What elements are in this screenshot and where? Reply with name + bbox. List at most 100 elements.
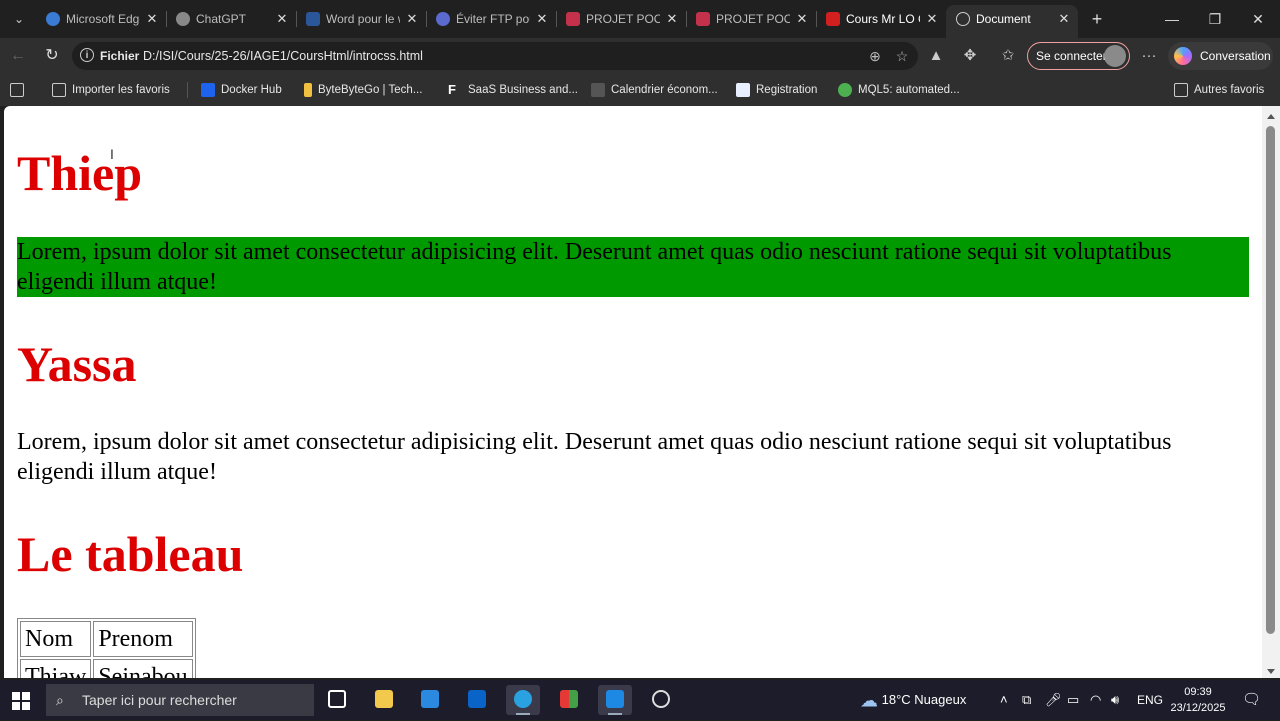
heading-yassa: Yassa xyxy=(17,336,137,392)
tray-overflow-chevron-icon[interactable]: ˄ xyxy=(1000,680,1008,720)
tab-label: Document xyxy=(976,12,1031,26)
docker-icon xyxy=(201,82,215,97)
app-grid-icon[interactable] xyxy=(552,685,586,715)
bookmark-calendrier[interactable]: Calendrier économ... xyxy=(591,74,718,106)
microphone-icon[interactable]: 🎤︎ xyxy=(1045,680,1062,720)
wifi-icon[interactable]: ◠ xyxy=(1090,680,1101,720)
clock[interactable]: 09:39 23/12/2025 xyxy=(1160,684,1236,716)
import-favorites-link[interactable]: Importer les favoris xyxy=(52,74,170,106)
tab-word[interactable]: Word pour le web ✕ xyxy=(296,5,427,33)
weather-text: 18°C Nuageux xyxy=(881,692,967,707)
tab-eviter-ftp[interactable]: Éviter FTP pour ✕ xyxy=(426,5,557,33)
info-icon[interactable]: i xyxy=(80,48,94,62)
close-window-icon[interactable]: ✕ xyxy=(1248,9,1268,29)
close-icon[interactable]: ✕ xyxy=(1058,5,1070,33)
table-header-cell: Nom xyxy=(20,621,92,657)
edge-icon xyxy=(46,12,60,26)
close-icon[interactable]: ✕ xyxy=(406,5,418,33)
bookmark-label: ByteByteGo | Tech... xyxy=(318,84,423,96)
tab-cours-mr-lo[interactable]: Cours Mr LO C ✕ xyxy=(816,5,946,33)
new-tab-plus-icon[interactable]: + xyxy=(1087,9,1107,29)
vertical-scrollbar[interactable] xyxy=(1262,106,1280,678)
tab-strip: ⌄ Microsoft Edge ✕ ChatGPT ✕ Word pour l… xyxy=(0,0,1280,38)
paragraph-highlighted: Lorem, ipsum dolor sit amet consectetur … xyxy=(17,237,1249,297)
bookmark-docker-hub[interactable]: Docker Hub xyxy=(201,74,282,106)
tab-label: Microsoft Edge xyxy=(66,12,140,26)
store-icon[interactable] xyxy=(413,685,447,715)
signin-button[interactable]: Se connecter xyxy=(1027,42,1130,70)
tab-actions-icon[interactable] xyxy=(10,74,30,106)
file-explorer-icon[interactable] xyxy=(367,685,401,715)
windows-start-icon[interactable] xyxy=(12,692,30,710)
meet-now-icon[interactable]: ⧉ xyxy=(1022,680,1031,720)
more-menu-icon[interactable]: ··· xyxy=(1139,46,1159,66)
edge-taskbar-icon[interactable] xyxy=(506,685,540,715)
taskbar: ⌕ Taper ici pour rechercher ☁ 18°C Nuage… xyxy=(0,680,1280,720)
speedometer-app-icon[interactable] xyxy=(644,685,678,715)
zoom-icon[interactable]: ⊕ xyxy=(866,47,884,65)
outlook-icon[interactable] xyxy=(460,685,494,715)
scroll-up-arrow-icon[interactable] xyxy=(1267,114,1275,119)
search-placeholder: Taper ici pour rechercher xyxy=(82,692,237,708)
page-viewport[interactable]: Thiep Lorem, ipsum dolor sit amet consec… xyxy=(4,106,1262,678)
vscode-icon[interactable] xyxy=(598,685,632,715)
tab-projet-poo-2[interactable]: PROJET POO tp ✕ xyxy=(686,5,817,33)
globe-icon xyxy=(956,12,970,26)
extension-alert-icon[interactable]: ▲ xyxy=(926,46,946,66)
tab-microsoft-edge[interactable]: Microsoft Edge ✕ xyxy=(36,5,167,33)
task-view-icon[interactable] xyxy=(320,685,354,715)
table-cell: Seinabou xyxy=(93,659,193,678)
bookmark-label: Registration xyxy=(756,84,818,96)
tab-document[interactable]: Document ✕ xyxy=(946,5,1078,38)
close-icon[interactable]: ✕ xyxy=(536,5,548,33)
pdf-icon xyxy=(826,12,840,26)
bookmark-saas-business[interactable]: F SaaS Business and... xyxy=(448,74,578,106)
bookmark-registration[interactable]: Registration xyxy=(736,74,817,106)
notifications-icon[interactable]: 🗨︎ xyxy=(1242,680,1261,720)
close-icon[interactable]: ✕ xyxy=(146,5,158,33)
tab-chatgpt[interactable]: ChatGPT ✕ xyxy=(166,5,297,33)
text-cursor-icon: I xyxy=(110,146,114,162)
back-arrow-icon[interactable]: ← xyxy=(8,46,28,66)
chatgpt-icon xyxy=(176,12,190,26)
weather-widget[interactable]: ☁ 18°C Nuageux xyxy=(860,680,966,721)
scrollbar-thumb[interactable] xyxy=(1266,126,1275,634)
toolbar: ← ↻ i Fichier D:/ISI/Cours/25-26/IAGE1/C… xyxy=(0,38,1280,74)
bookmarks-bar: Importer les favoris Docker Hub ByteByte… xyxy=(0,74,1280,106)
address-bar[interactable]: i Fichier D:/ISI/Cours/25-26/IAGE1/Cours… xyxy=(72,42,918,70)
restore-icon[interactable]: ❐ xyxy=(1205,9,1225,29)
copilot-label: Conversation xyxy=(1200,49,1271,63)
tab-label: Word pour le web xyxy=(326,12,400,26)
clock-date: 23/12/2025 xyxy=(1170,702,1226,714)
minimize-icon[interactable]: — xyxy=(1162,9,1182,29)
calendar-site-icon xyxy=(591,82,605,97)
close-icon[interactable]: ✕ xyxy=(796,5,808,33)
bookmark-label: Importer les favoris xyxy=(72,84,170,96)
close-icon[interactable]: ✕ xyxy=(666,5,678,33)
bookmark-mql5[interactable]: MQL5: automated... xyxy=(838,74,960,106)
tab-label: Éviter FTP pour xyxy=(456,12,530,26)
favorites-icon[interactable]: ✩ xyxy=(998,46,1018,66)
volume-icon[interactable]: 🔊︎ xyxy=(1111,680,1119,720)
f-icon: F xyxy=(448,81,456,97)
battery-icon[interactable]: ▭ xyxy=(1067,680,1079,720)
tab-projet-poo-1[interactable]: PROJET POO tp ✕ xyxy=(556,5,687,33)
favorite-star-icon[interactable]: ☆ xyxy=(893,47,911,65)
heading-thiep: Thiep xyxy=(17,145,143,201)
bookmark-bytebytego[interactable]: ByteByteGo | Tech... xyxy=(304,74,422,106)
refresh-icon[interactable]: ↻ xyxy=(42,46,62,66)
table-row: Thiaw Seinabou xyxy=(20,659,193,678)
close-icon[interactable]: ✕ xyxy=(276,5,288,33)
extensions-puzzle-icon[interactable]: ✥ xyxy=(960,46,980,66)
copilot-icon xyxy=(1174,47,1192,65)
close-icon[interactable]: ✕ xyxy=(926,5,938,33)
taskbar-search-box[interactable]: ⌕ Taper ici pour rechercher xyxy=(46,684,314,716)
tab-actions-chevron-icon[interactable]: ⌄ xyxy=(8,9,30,29)
scroll-down-arrow-icon[interactable] xyxy=(1267,669,1275,674)
copilot-button[interactable]: Conversation xyxy=(1168,42,1273,70)
other-favorites-folder[interactable]: Autres favoris xyxy=(1174,74,1264,106)
url-text[interactable]: D:/ISI/Cours/25-26/IAGE1/CoursHtml/intro… xyxy=(143,42,423,70)
word-icon xyxy=(306,12,320,26)
site-icon xyxy=(436,12,450,26)
clock-time: 09:39 xyxy=(1184,686,1212,698)
